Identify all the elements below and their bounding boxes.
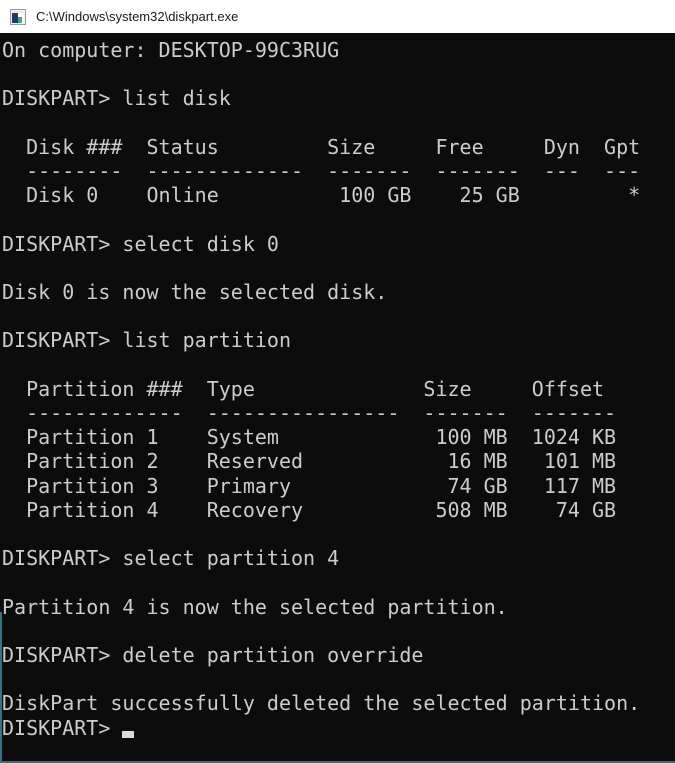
console-app-icon bbox=[10, 9, 26, 25]
prompt-text: DISKPART> bbox=[2, 716, 110, 740]
prompt-line: DISKPART> bbox=[2, 716, 675, 740]
diskpart-console-window: C:\Windows\system32\diskpart.exe On comp… bbox=[0, 0, 675, 763]
titlebar[interactable]: C:\Windows\system32\diskpart.exe bbox=[0, 0, 675, 33]
window-accent-border-left bbox=[0, 612, 2, 763]
text-cursor bbox=[122, 731, 134, 738]
console-output-area[interactable]: On computer: DESKTOP-99C3RUG DISKPART> l… bbox=[0, 33, 675, 763]
console-text: On computer: DESKTOP-99C3RUG DISKPART> l… bbox=[2, 38, 675, 716]
window-title: C:\Windows\system32\diskpart.exe bbox=[36, 9, 238, 24]
